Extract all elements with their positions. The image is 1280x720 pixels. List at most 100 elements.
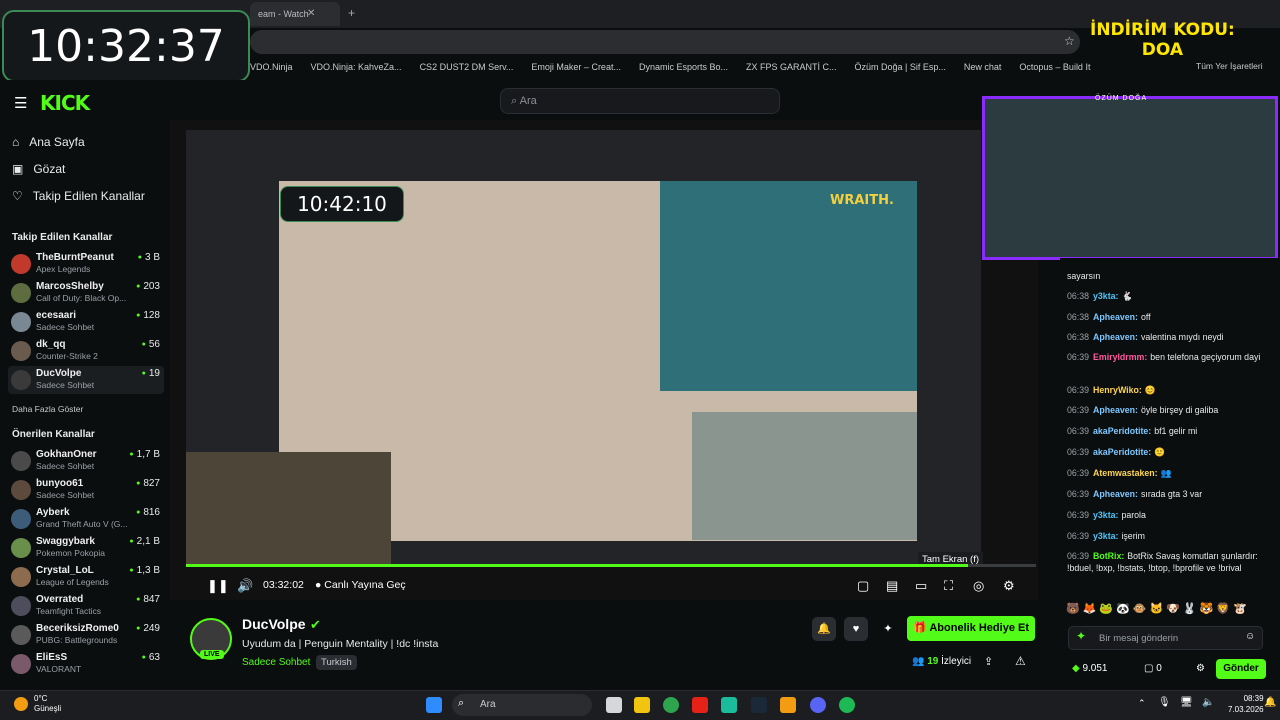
chat-username[interactable]: akaPeridotite: <box>1093 447 1151 457</box>
notification-icon[interactable]: 🔔 <box>1264 697 1276 708</box>
gift-subscription-button[interactable]: 🎁 Abonelik Hediye Et <box>907 616 1035 641</box>
followed-channel-active[interactable]: DucVolpeSadece Sohbet 19 <box>8 366 164 394</box>
all-bookmarks[interactable]: Tüm Yer İşaretleri <box>1196 61 1263 71</box>
network-icon[interactable]: 🖥 <box>1180 697 1193 708</box>
share-icon[interactable]: ⇪ <box>984 655 993 668</box>
stream-category[interactable]: Sadece Sohbet <box>242 657 310 668</box>
recommended-channel[interactable]: BeceriksizRome0PUBG: Battlegrounds 249 <box>8 621 164 649</box>
nav-home[interactable]: ⌂ Ana Sayfa <box>12 135 85 149</box>
chat-input[interactable]: Bir mesaj gönderin <box>1068 626 1263 650</box>
followed-channel[interactable]: dk_qqCounter-Strike 2 56 <box>8 337 164 365</box>
mic-icon[interactable]: 🎙 <box>1158 697 1171 708</box>
windows-start-icon[interactable] <box>426 697 442 713</box>
chat-username[interactable]: Atemwastaken: <box>1093 468 1158 478</box>
browser-tab-active[interactable]: eam - Watch <box>250 2 340 26</box>
chat-username[interactable]: akaPeridotite: <box>1093 426 1151 436</box>
report-icon[interactable]: ⚠ <box>1015 654 1026 668</box>
theater-icon[interactable]: ▭ <box>915 578 927 594</box>
app-icon-2[interactable] <box>780 697 796 713</box>
clip-icon[interactable]: ▤ <box>886 578 898 594</box>
show-more-link[interactable]: Daha Fazla Göster <box>12 404 83 414</box>
volume-icon[interactable]: 🔊 <box>237 578 253 594</box>
file-explorer-icon[interactable] <box>634 697 650 713</box>
search-input[interactable]: ⌕ Ara <box>500 88 780 114</box>
viewer-number: 19 <box>927 656 939 667</box>
chat-settings-icon[interactable]: ⚙ <box>1196 663 1205 674</box>
recommended-channel[interactable]: EliEsSVALORANT 63 <box>8 650 164 678</box>
chat-username[interactable]: y3kta: <box>1093 291 1118 301</box>
chat-username[interactable]: Apheaven: <box>1093 312 1138 322</box>
tab-close-icon[interactable]: ✕ <box>307 8 315 19</box>
chat-username[interactable]: BotRix: <box>1093 551 1124 561</box>
go-live-button[interactable]: ● Canlı Yayına Geç <box>315 579 406 591</box>
recommended-channel[interactable]: SwaggybarkPokemon Pokopia 2,1 B <box>8 534 164 562</box>
kick-logo[interactable]: KICK <box>40 91 90 115</box>
notification-bell-icon[interactable]: 🔔 <box>812 617 836 641</box>
fullscreen-icon[interactable]: ⛶ <box>944 578 953 594</box>
recommended-channel[interactable]: OverratedTeamfight Tactics 847 <box>8 592 164 620</box>
tray-chevron-icon[interactable]: ⌃ <box>1138 698 1146 709</box>
menu-icon[interactable]: ☰ <box>14 94 27 112</box>
discord-icon[interactable] <box>810 697 826 713</box>
stats-icon[interactable]: ◎ <box>973 578 984 594</box>
pause-icon[interactable]: ❚❚ <box>207 578 229 594</box>
bookmark-8[interactable]: New chat <box>964 62 1002 72</box>
bookmark-3[interactable]: CS2 DUST2 DM Serv... <box>420 62 514 72</box>
follow-heart-icon[interactable]: ♥ <box>844 617 868 641</box>
youtube-icon[interactable] <box>692 697 708 713</box>
taskview-icon[interactable] <box>606 697 622 713</box>
bookmark-7[interactable]: Özüm Doğa | Sif Esp... <box>855 62 946 72</box>
recommended-channel[interactable]: GokhanOnerSadece Sohbet 1,7 B <box>8 447 164 475</box>
sparkle-icon[interactable]: ✦ <box>876 617 900 641</box>
chat-username[interactable]: y3kta: <box>1093 531 1118 541</box>
miniplayer-icon[interactable]: ▢ <box>857 578 869 594</box>
chat-username[interactable]: Apheaven: <box>1093 489 1138 499</box>
nav-following[interactable]: ♡ Takip Edilen Kanallar <box>12 189 145 203</box>
bookmark-2[interactable]: VDO.Ninja: KahveZa... <box>311 62 402 72</box>
webcam-title: ÖZÜM DOĞA <box>1095 95 1148 102</box>
address-bar[interactable] <box>250 30 1080 54</box>
weather-widget[interactable]: 0°C Güneşli <box>34 694 61 714</box>
emoji-icon[interactable]: ☺ <box>1245 631 1255 642</box>
recommended-channel[interactable]: AyberkGrand Theft Auto V (G... 816 <box>8 505 164 533</box>
viewer-count: 203 <box>136 281 160 292</box>
app-icon[interactable] <box>721 697 737 713</box>
chat-username[interactable]: Apheaven: <box>1093 332 1138 342</box>
bookmark-5[interactable]: Dynamic Esports Bo... <box>639 62 728 72</box>
speaker-icon[interactable]: 🔈 <box>1202 697 1214 708</box>
avatar <box>11 567 31 587</box>
recommended-channel[interactable]: Crystal_LoLLeague of Legends 1,3 B <box>8 563 164 591</box>
settings-icon[interactable]: ⚙ <box>1003 578 1015 594</box>
channel-points[interactable]: ◆ 9.051 <box>1072 663 1108 674</box>
send-button[interactable]: Gönder <box>1216 659 1266 679</box>
chat-username[interactable]: Emiryldrmm: <box>1093 352 1147 362</box>
nav-browse[interactable]: ▣ Gözat <box>12 162 65 176</box>
tray-time: 08:39 <box>1243 694 1264 703</box>
bookmark-6[interactable]: ZX FPS GARANTİ C... <box>746 62 837 72</box>
stream-tag[interactable]: Turkish <box>316 655 357 670</box>
tray-clock[interactable]: 08:39 7.03.2026 <box>1228 693 1264 715</box>
spotify-icon[interactable] <box>839 697 855 713</box>
chrome-icon[interactable] <box>663 697 679 713</box>
chat-username[interactable]: Apheaven: <box>1093 405 1138 415</box>
followed-channel[interactable]: TheBurntPeanutApex Legends 3 B <box>8 250 164 278</box>
bookmark-4[interactable]: Emoji Maker – Creat... <box>531 62 621 72</box>
star-icon[interactable]: ☆ <box>1064 34 1075 48</box>
chat-username[interactable]: y3kta: <box>1093 510 1118 520</box>
promo-code-overlay: İNDİRİM KODU: DOA <box>1090 20 1235 60</box>
bookmark-9[interactable]: Octopus – Build It <box>1019 62 1090 72</box>
chat-username[interactable]: HenryWiko: <box>1093 385 1142 395</box>
streamer-name[interactable]: DucVolpe <box>242 616 306 632</box>
taskbar-search[interactable]: Ara <box>452 694 592 716</box>
steam-icon[interactable] <box>751 697 767 713</box>
chat-message: 06:39 BotRix: BotRix Savaş komutları şunla… <box>1067 550 1272 574</box>
followed-channel[interactable]: MarcosShelbyCall of Duty: Black Op... 203 <box>8 279 164 307</box>
channel-category: Sadece Sohbet <box>36 322 95 332</box>
viewer-count: 19 <box>142 368 160 379</box>
emote-row[interactable]: 🐻🦊🐸🐼🐵🐱🐶🐰🐯🦁🐮 <box>1066 602 1271 620</box>
chat-sparkle-icon[interactable]: ✦ <box>1076 629 1086 643</box>
new-tab-icon[interactable]: + <box>348 6 355 20</box>
followed-channel[interactable]: ecesaariSadece Sohbet 128 <box>8 308 164 336</box>
recommended-channel[interactable]: bunyoo61Sadece Sohbet 827 <box>8 476 164 504</box>
bookmark-1[interactable]: VDO.Ninja <box>250 62 293 72</box>
